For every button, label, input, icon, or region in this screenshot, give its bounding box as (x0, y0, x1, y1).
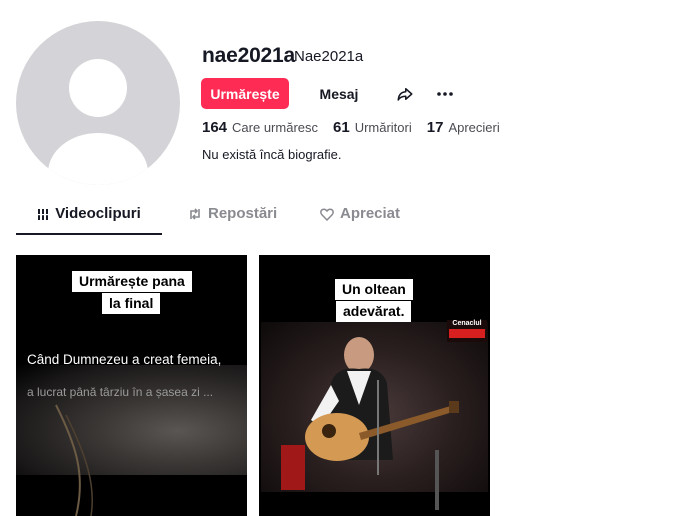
avatar-body-shape (48, 133, 148, 185)
tab-reposts-label: Repostări (208, 205, 278, 222)
video-caption-line: Urmărește pana (72, 271, 192, 292)
follow-button[interactable]: Urmărește (201, 78, 289, 109)
followers-count: 61 (333, 119, 350, 136)
video-thumbnail[interactable]: Cenaclul Un oltean adevărat. (259, 255, 490, 516)
active-tab-indicator (16, 233, 162, 235)
nickname: Nae2021a (294, 48, 364, 65)
profile-stats: 164 Care urmăresc 61 Urmăritori 17 Aprec… (202, 119, 515, 136)
stat-likes: 17 Aprecieri (427, 119, 500, 136)
video-caption-line: la final (102, 293, 161, 314)
more-dots-icon (437, 91, 453, 96)
channel-logo-text: Cenaclul (452, 320, 482, 327)
share-arrow-icon (397, 87, 413, 101)
more-button[interactable] (428, 78, 462, 109)
grid-lines-icon (37, 209, 50, 220)
profile-tabs: Videoclipuri Repostări Apreciat (16, 205, 490, 235)
tab-videos[interactable]: Videoclipuri (16, 205, 162, 235)
bio-text: Nu există încă biografie. (202, 147, 342, 162)
repost-icon (190, 208, 200, 220)
username: nae2021a (202, 44, 295, 67)
following-count: 164 (202, 119, 228, 136)
channel-logo: Cenaclul (447, 320, 487, 342)
following-label: Care urmăresc (232, 120, 318, 135)
share-button[interactable] (388, 78, 422, 109)
followers-label: Urmăritori (354, 120, 412, 135)
avatar-head-shape (69, 59, 127, 117)
video-thumbnail[interactable]: Urmărește pana la final Când Dumnezeu a … (16, 255, 247, 516)
avatar[interactable] (16, 21, 180, 185)
likes-label: Aprecieri (448, 120, 500, 135)
likes-count: 17 (426, 119, 444, 136)
video-overlay-text: a lucrat până târziu în a șasea zi ... (27, 385, 214, 399)
tab-liked[interactable]: Apreciat (320, 205, 400, 235)
channel-logo-mark (449, 329, 485, 338)
message-button[interactable]: Mesaj (297, 78, 381, 109)
tab-liked-label: Apreciat (340, 205, 401, 222)
video-caption-line: adevărat. (336, 301, 412, 322)
tab-videos-label: Videoclipuri (55, 205, 141, 222)
video-caption-line: Un oltean (335, 279, 413, 300)
stat-following[interactable]: 164 Care urmăresc (202, 119, 318, 136)
tab-reposts[interactable]: Repostări (188, 205, 277, 235)
stat-followers[interactable]: 61 Urmăritori (333, 119, 412, 136)
video-overlay-text: Când Dumnezeu a creat femeia, (27, 352, 222, 367)
heart-outline-icon (320, 208, 334, 221)
